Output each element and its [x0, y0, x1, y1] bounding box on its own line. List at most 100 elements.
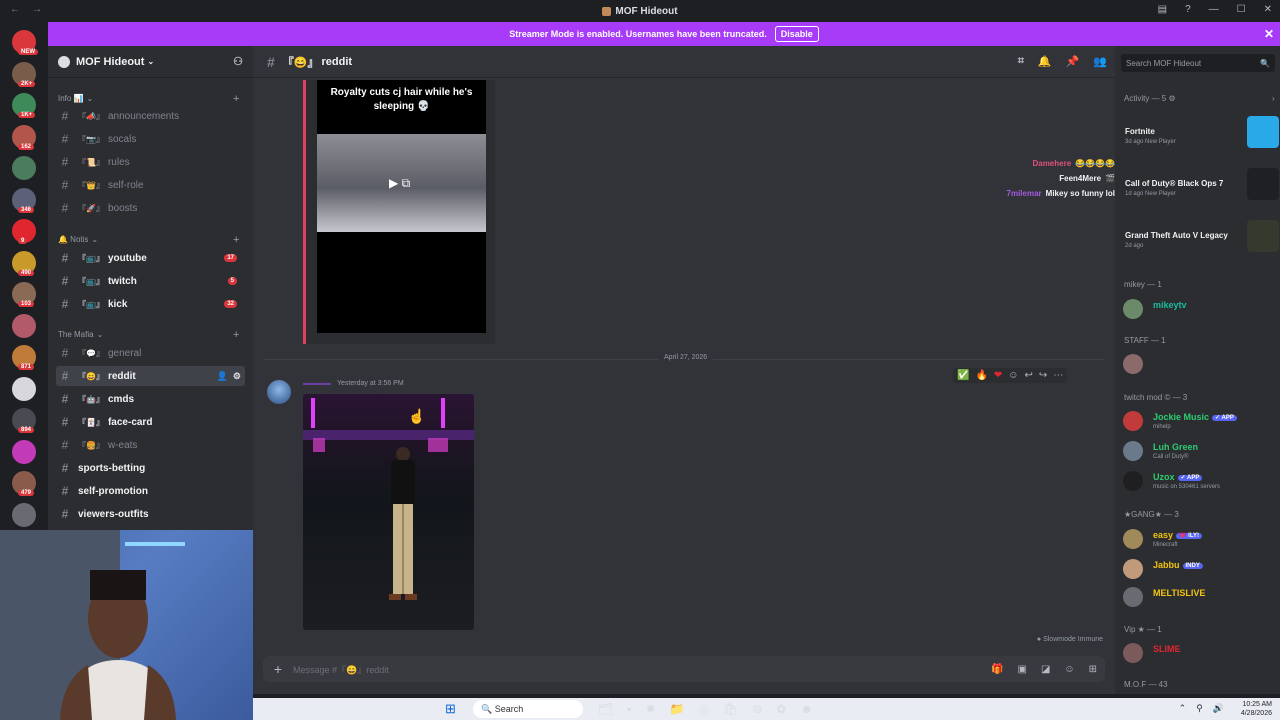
channel-category[interactable]: 🔔 Notis ⌄ + — [58, 234, 239, 246]
close-window-button[interactable]: ✕ — [1264, 4, 1272, 15]
member-tag: INDY — [1182, 562, 1203, 569]
maximize-button[interactable]: ☐ — [1237, 4, 1246, 15]
video-embed[interactable]: Royalty cuts cj hair while he's sleeping… — [303, 80, 495, 344]
terminal-icon[interactable]: ▪ — [627, 702, 631, 716]
activity-card[interactable]: Fortnite 3d ago New Player — [1121, 114, 1279, 156]
channel-general[interactable]: # 『💬』 general — [56, 343, 245, 363]
sticker-icon[interactable]: ◪ — [1041, 664, 1050, 675]
channel-category[interactable]: The Mafia ⌄ + — [58, 329, 239, 341]
channel-twitch[interactable]: # 『📺』 twitch 5 — [56, 271, 245, 291]
channel-kick[interactable]: # 『📺』 kick 32 — [56, 294, 245, 314]
pin-icon[interactable]: 📌 — [1066, 55, 1080, 68]
server-name: MOF Hideout — [76, 55, 145, 68]
network-icon[interactable]: ⚲ — [1196, 703, 1203, 714]
help-icon[interactable]: ? — [1185, 4, 1191, 15]
avatar[interactable] — [267, 380, 291, 404]
message-image[interactable] — [303, 394, 474, 630]
channel-sports-betting[interactable]: # sports-betting — [56, 458, 245, 478]
member-item[interactable]: Uzox ✓ APP music on 530461 servers — [1123, 468, 1273, 494]
video-thumbnail[interactable]: Royalty cuts cj hair while he's sleeping… — [317, 80, 486, 333]
server-icon[interactable] — [12, 502, 36, 527]
channel-self-role[interactable]: # 『👑』 self-role — [56, 175, 245, 195]
discord-icon[interactable]: ☻ — [800, 702, 813, 716]
forward-arrow-icon[interactable]: → — [32, 4, 42, 15]
server-icon — [602, 6, 612, 16]
channel-boosts[interactable]: # 『🚀』 boosts — [56, 198, 245, 218]
add-reaction-icon[interactable]: ☺ — [1008, 370, 1018, 381]
server-icon[interactable] — [12, 439, 36, 464]
message-author[interactable]: ▬▬▬▬ — [303, 380, 331, 387]
back-arrow-icon[interactable]: ← — [10, 4, 20, 15]
server-icon[interactable] — [12, 156, 36, 180]
fire-reaction-icon[interactable]: 🔥 — [975, 370, 987, 381]
channel-self-promotion[interactable]: # self-promotion — [56, 481, 245, 501]
channel-w-eats[interactable]: # 『🍔』 w-eats — [56, 435, 245, 455]
search-input[interactable]: Search MOF Hideout 🔍 — [1121, 54, 1275, 72]
add-attachment-icon[interactable]: + — [263, 661, 293, 677]
channel-cmds[interactable]: # 『🤖』 cmds — [56, 389, 245, 409]
task-view-icon[interactable]: 🗂 — [598, 702, 613, 716]
play-icon[interactable]: ▶ ⧉ — [389, 176, 410, 191]
file-explorer-icon[interactable]: 📁 — [670, 702, 685, 716]
channel-youtube[interactable]: # 『📺』 youtube 17 — [56, 248, 245, 268]
member-item[interactable]: easy 💗 ILY! Minecraft — [1123, 526, 1273, 552]
clock[interactable]: 10:25 AM 4/28/2026 — [1241, 700, 1272, 718]
composer-placeholder[interactable]: Message #『😄』reddit — [293, 663, 389, 676]
gift-icon[interactable]: 🎁 — [991, 664, 1003, 675]
taskbar-search[interactable]: 🔍 Search — [473, 700, 583, 718]
member-item[interactable]: SLIME — [1123, 640, 1273, 666]
check-reaction-icon[interactable]: ✅ — [957, 370, 969, 381]
member-item[interactable] — [1123, 351, 1273, 377]
server-icon[interactable] — [12, 313, 36, 338]
tray-expand-icon[interactable]: ⌃ — [1179, 703, 1187, 714]
forward-icon[interactable]: ↪ — [1039, 370, 1047, 381]
activity-card[interactable]: Call of Duty® Black Ops 7 1d ago New Play… — [1121, 166, 1279, 208]
channel-socals[interactable]: # 『📷』 socals — [56, 129, 245, 149]
member-item[interactable]: Jabbu INDY — [1123, 556, 1273, 582]
volume-icon[interactable]: 🔊 — [1213, 703, 1224, 714]
member-item[interactable]: mikeytv — [1123, 296, 1273, 322]
members-icon[interactable]: 👥 — [1093, 55, 1107, 68]
member-item[interactable]: Luh Green Call of Duty® — [1123, 438, 1273, 464]
disable-button[interactable]: Disable — [774, 26, 819, 42]
emoji-icon[interactable]: ☺ — [1064, 664, 1074, 675]
member-item[interactable]: MELTISLIVE — [1123, 584, 1273, 610]
chrome-icon[interactable]: ⊚ — [752, 702, 762, 716]
edge-icon[interactable]: ◎ — [699, 702, 709, 716]
heart-reaction-icon[interactable]: ❤ — [994, 370, 1002, 381]
copilot-icon[interactable]: ✸ — [646, 702, 656, 716]
activity-card[interactable]: Grand Theft Auto V Legacy 2d ago — [1121, 218, 1279, 260]
server-icon[interactable] — [12, 376, 36, 401]
channel-reddit[interactable]: # 『😄』 reddit 👤 ⚙ — [56, 366, 245, 386]
reply-icon[interactable]: ↩ — [1025, 370, 1033, 381]
create-channel-icon[interactable]: + — [233, 329, 239, 341]
channel-face-card[interactable]: # 『🃏』 face-card — [56, 412, 245, 432]
invite-icon[interactable]: ⚇ — [233, 55, 243, 68]
bell-icon[interactable]: 🔔 — [1038, 55, 1052, 68]
gif-icon[interactable]: ▣ — [1017, 664, 1026, 675]
message-composer[interactable]: + Message #『😄』reddit 🎁 ▣ ◪ ☺ ⊞ — [263, 656, 1105, 682]
gear-icon[interactable]: ⚙ — [233, 371, 241, 382]
windows-taskbar: ⊞ 🔍 Search 🗂 ▪ ✸ 📁 ◎ 🛍 ⊚ ✿ ☻ ⌃ ⚲ 🔊 10:25… — [253, 698, 1280, 720]
windows-start-icon[interactable]: ⊞ — [445, 702, 459, 716]
nav-arrows[interactable]: ← → — [10, 4, 42, 15]
inbox-icon[interactable]: ▤ — [1158, 4, 1167, 15]
create-channel-icon[interactable]: + — [233, 93, 239, 105]
more-icon[interactable]: ⋯ — [1053, 370, 1063, 381]
channel-viewers-outfits[interactable]: # viewers-outfits — [56, 504, 245, 524]
channel-category[interactable]: Info 📊 ⌄ + — [58, 93, 239, 105]
member-item[interactable]: Jockie Music ✓ APP mihelp — [1123, 408, 1273, 434]
server-header[interactable]: MOF Hideout ⌄ ⚇ — [48, 46, 253, 78]
threads-icon[interactable]: ⌗ — [1018, 55, 1024, 68]
app-icon[interactable]: ✿ — [776, 702, 786, 716]
store-icon[interactable]: 🛍 — [723, 702, 738, 716]
channel-rules[interactable]: # 『📜』 rules — [56, 152, 245, 172]
create-channel-icon[interactable]: + — [233, 234, 239, 246]
channel-announcements[interactable]: # 『📣』 announcements — [56, 106, 245, 126]
apps-icon[interactable]: ⊞ — [1089, 664, 1097, 675]
close-icon[interactable]: ✕ — [1264, 27, 1274, 41]
minimize-button[interactable]: — — [1209, 4, 1219, 15]
add-member-icon[interactable]: 👤 — [217, 371, 228, 382]
activity-header[interactable]: Activity — 5 ⚙ › — [1124, 94, 1275, 103]
hash-icon: # — [61, 297, 69, 311]
